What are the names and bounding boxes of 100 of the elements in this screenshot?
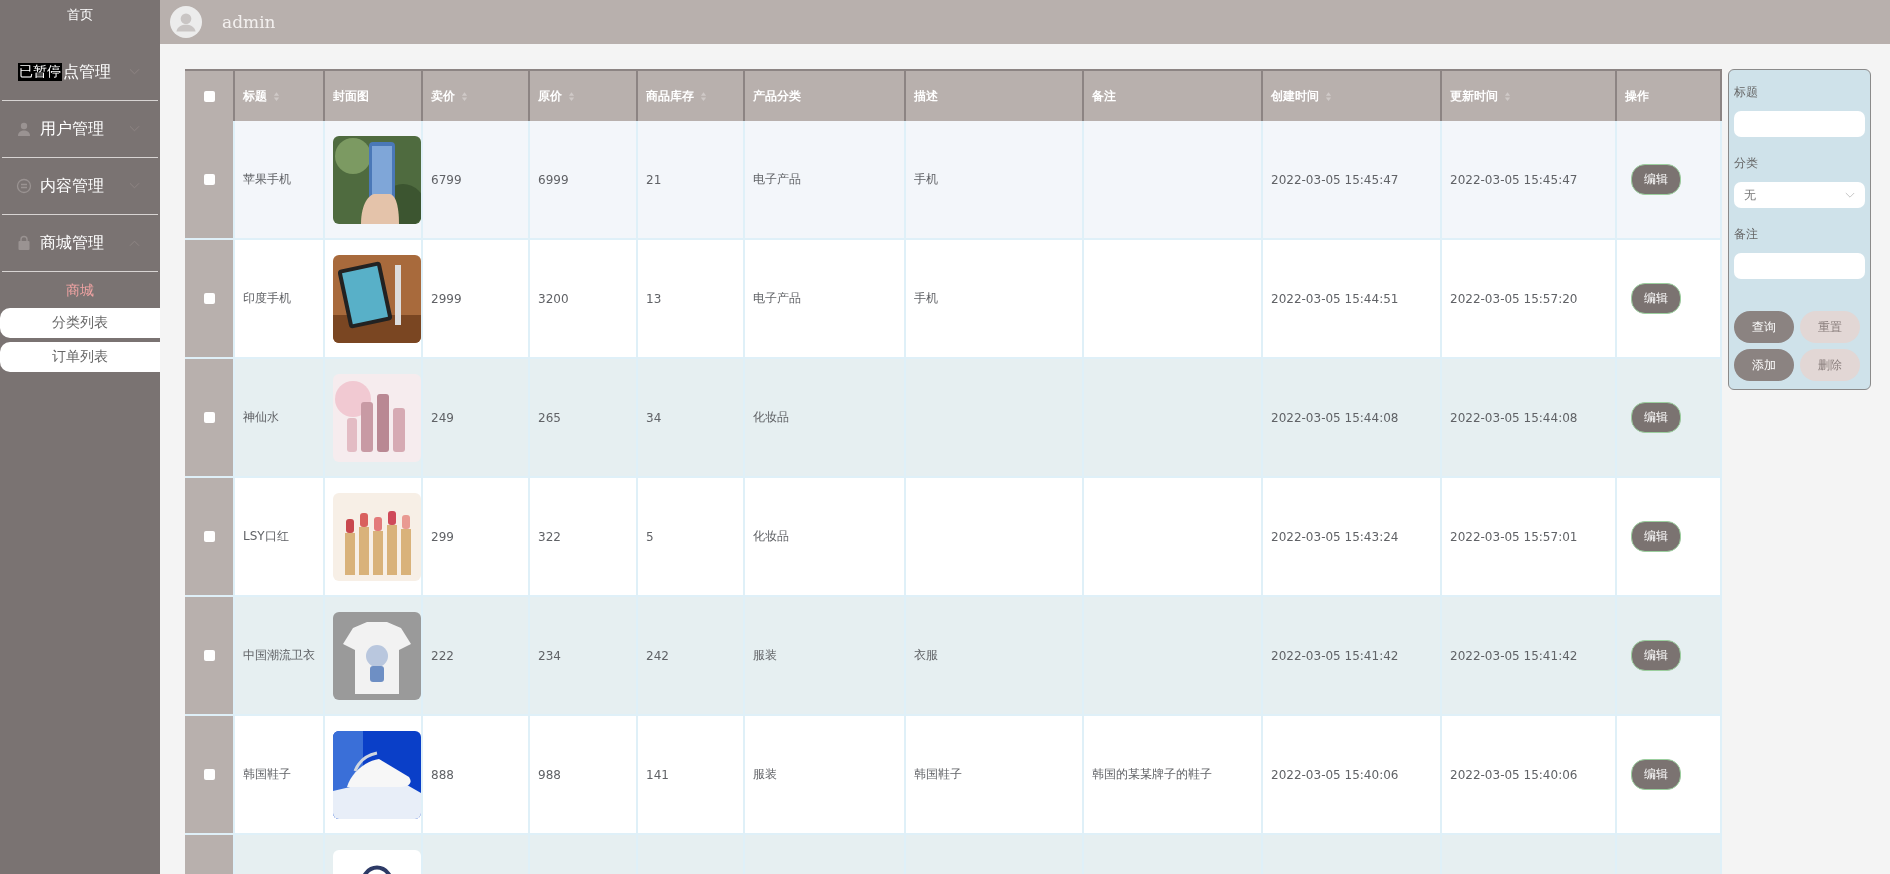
table-cell: 2022-03-05 15:41:42: [1263, 597, 1442, 716]
table-cell: 2022-03-05 15:43:24: [1263, 478, 1442, 597]
table-cell: 222: [423, 597, 530, 716]
input-field[interactable]: [1734, 253, 1865, 279]
table-cell: 2022-03-05 15:44:51: [1263, 240, 1442, 359]
table-cell: 化妆品: [745, 478, 906, 597]
table-cell: 苹果手机: [235, 121, 325, 240]
table-cell: 13: [638, 240, 745, 359]
sort-icon[interactable]: [1325, 90, 1332, 102]
select-all-checkbox[interactable]: [203, 90, 215, 102]
table-cell: 手机: [906, 121, 1084, 240]
row-checkbox[interactable]: [203, 650, 215, 661]
table-cell: 2022-03-05 15:57:20: [1442, 240, 1617, 359]
field-label: 标题: [1734, 84, 1759, 101]
menu-item[interactable]: 用户管理: [2, 101, 158, 158]
row-checkbox[interactable]: [203, 769, 215, 780]
sort-icon[interactable]: [461, 90, 468, 102]
edit-button[interactable]: 编辑: [1631, 283, 1681, 314]
row-checkbox[interactable]: [203, 174, 215, 185]
table-cell: LSY口红: [235, 478, 325, 597]
input-field[interactable]: [1734, 111, 1865, 137]
edit-button[interactable]: 编辑: [1631, 164, 1681, 195]
table-cell: 电子产品: [745, 240, 906, 359]
row-checkbox[interactable]: [203, 531, 215, 542]
table-cell: 2022-03-05 15:57:01: [1442, 478, 1617, 597]
table-cell: 服装: [745, 597, 906, 716]
table-cell: 韩国鞋子: [906, 716, 1084, 835]
edit-button[interactable]: 编辑: [1631, 640, 1681, 671]
column-header: 卖价: [431, 87, 455, 105]
table-cell: 2022-03-05 15:44:08: [1442, 359, 1617, 478]
table-cell: 韩国鞋子: [235, 716, 325, 835]
table-cell: 2022-03-05 15:41:42: [1442, 597, 1617, 716]
row-checkbox[interactable]: [203, 293, 215, 304]
menu-item[interactable]: 首页: [0, 0, 160, 44]
table-cell: 2022-03-05 15:40:06: [1263, 716, 1442, 835]
sort-icon[interactable]: [273, 90, 280, 102]
menu-group-title: 商城: [65, 281, 95, 300]
user-name: admin: [222, 12, 276, 32]
table-cell: 888: [423, 716, 530, 835]
table-cell: 神仙水: [235, 359, 325, 478]
table-cell: 249: [423, 359, 530, 478]
table-cell: 2999: [423, 240, 530, 359]
column-header: 封面图: [333, 87, 369, 105]
column-header: 产品分类: [753, 87, 801, 105]
table-cell: 299: [423, 478, 530, 597]
table-cell: 322: [530, 478, 638, 597]
submenu-item[interactable]: 分类列表: [0, 308, 160, 338]
table-cell: 21: [638, 121, 745, 240]
table-cell: 2022-03-05 15:45:47: [1263, 121, 1442, 240]
edit-button[interactable]: 编辑: [1631, 402, 1681, 433]
chat-icon: [16, 178, 32, 194]
column-header: 操作: [1625, 87, 1649, 105]
column-header: 商品库存: [646, 87, 694, 105]
edit-button[interactable]: 编辑: [1631, 759, 1681, 790]
table-cell: 3200: [530, 240, 638, 359]
menu-item[interactable]: 内容管理: [2, 158, 158, 215]
table-cell: 141: [638, 716, 745, 835]
column-header: 标题: [243, 87, 267, 105]
table-cell: 电子产品: [745, 121, 906, 240]
paused-label: 已暂停: [18, 63, 62, 81]
avatar-icon: [170, 6, 202, 38]
filter-button[interactable]: 查询: [1734, 311, 1794, 343]
column-header: 原价: [538, 87, 562, 105]
table-cell: 2022-03-05 15:45:47: [1442, 121, 1617, 240]
select-field[interactable]: 无: [1734, 182, 1865, 208]
table-cell: 印度手机: [235, 240, 325, 359]
field-label: 备注: [1734, 226, 1759, 243]
filter-button[interactable]: 添加: [1734, 349, 1794, 381]
table-cell: 6999: [530, 121, 638, 240]
submenu-item[interactable]: 订单列表: [0, 342, 160, 372]
column-header: 创建时间: [1271, 87, 1319, 105]
table-cell: 手机: [906, 240, 1084, 359]
row-checkbox[interactable]: [203, 412, 215, 423]
menu-item[interactable]: 已暂停 点管理: [2, 44, 158, 101]
bag-icon: [16, 235, 32, 251]
table-cell: 衣服: [906, 597, 1084, 716]
menu-item[interactable]: 商城管理: [2, 215, 158, 272]
user-icon: [16, 121, 32, 137]
edit-button[interactable]: 编辑: [1631, 521, 1681, 552]
table-cell: 2022-03-05 15:40:06: [1442, 716, 1617, 835]
sort-icon[interactable]: [1504, 90, 1511, 102]
table-cell: 2022-03-05 15:44:08: [1263, 359, 1442, 478]
table-cell: 韩国的某某牌子的鞋子: [1084, 716, 1263, 835]
table-cell: 服装: [745, 716, 906, 835]
table-cell: 265: [530, 359, 638, 478]
table-cell: 中国潮流卫衣: [235, 597, 325, 716]
sort-icon[interactable]: [700, 90, 707, 102]
sort-icon[interactable]: [568, 90, 575, 102]
column-header: 备注: [1092, 87, 1116, 105]
table-cell: 5: [638, 478, 745, 597]
field-label: 分类: [1734, 155, 1759, 172]
column-header: 描述: [914, 87, 938, 105]
column-header: 更新时间: [1450, 87, 1498, 105]
table-cell: 34: [638, 359, 745, 478]
chevron-down-icon: [1845, 191, 1855, 199]
table-cell: 化妆品: [745, 359, 906, 478]
table-cell: 234: [530, 597, 638, 716]
table-cell: 242: [638, 597, 745, 716]
table-cell: 6799: [423, 121, 530, 240]
table-cell: 988: [530, 716, 638, 835]
